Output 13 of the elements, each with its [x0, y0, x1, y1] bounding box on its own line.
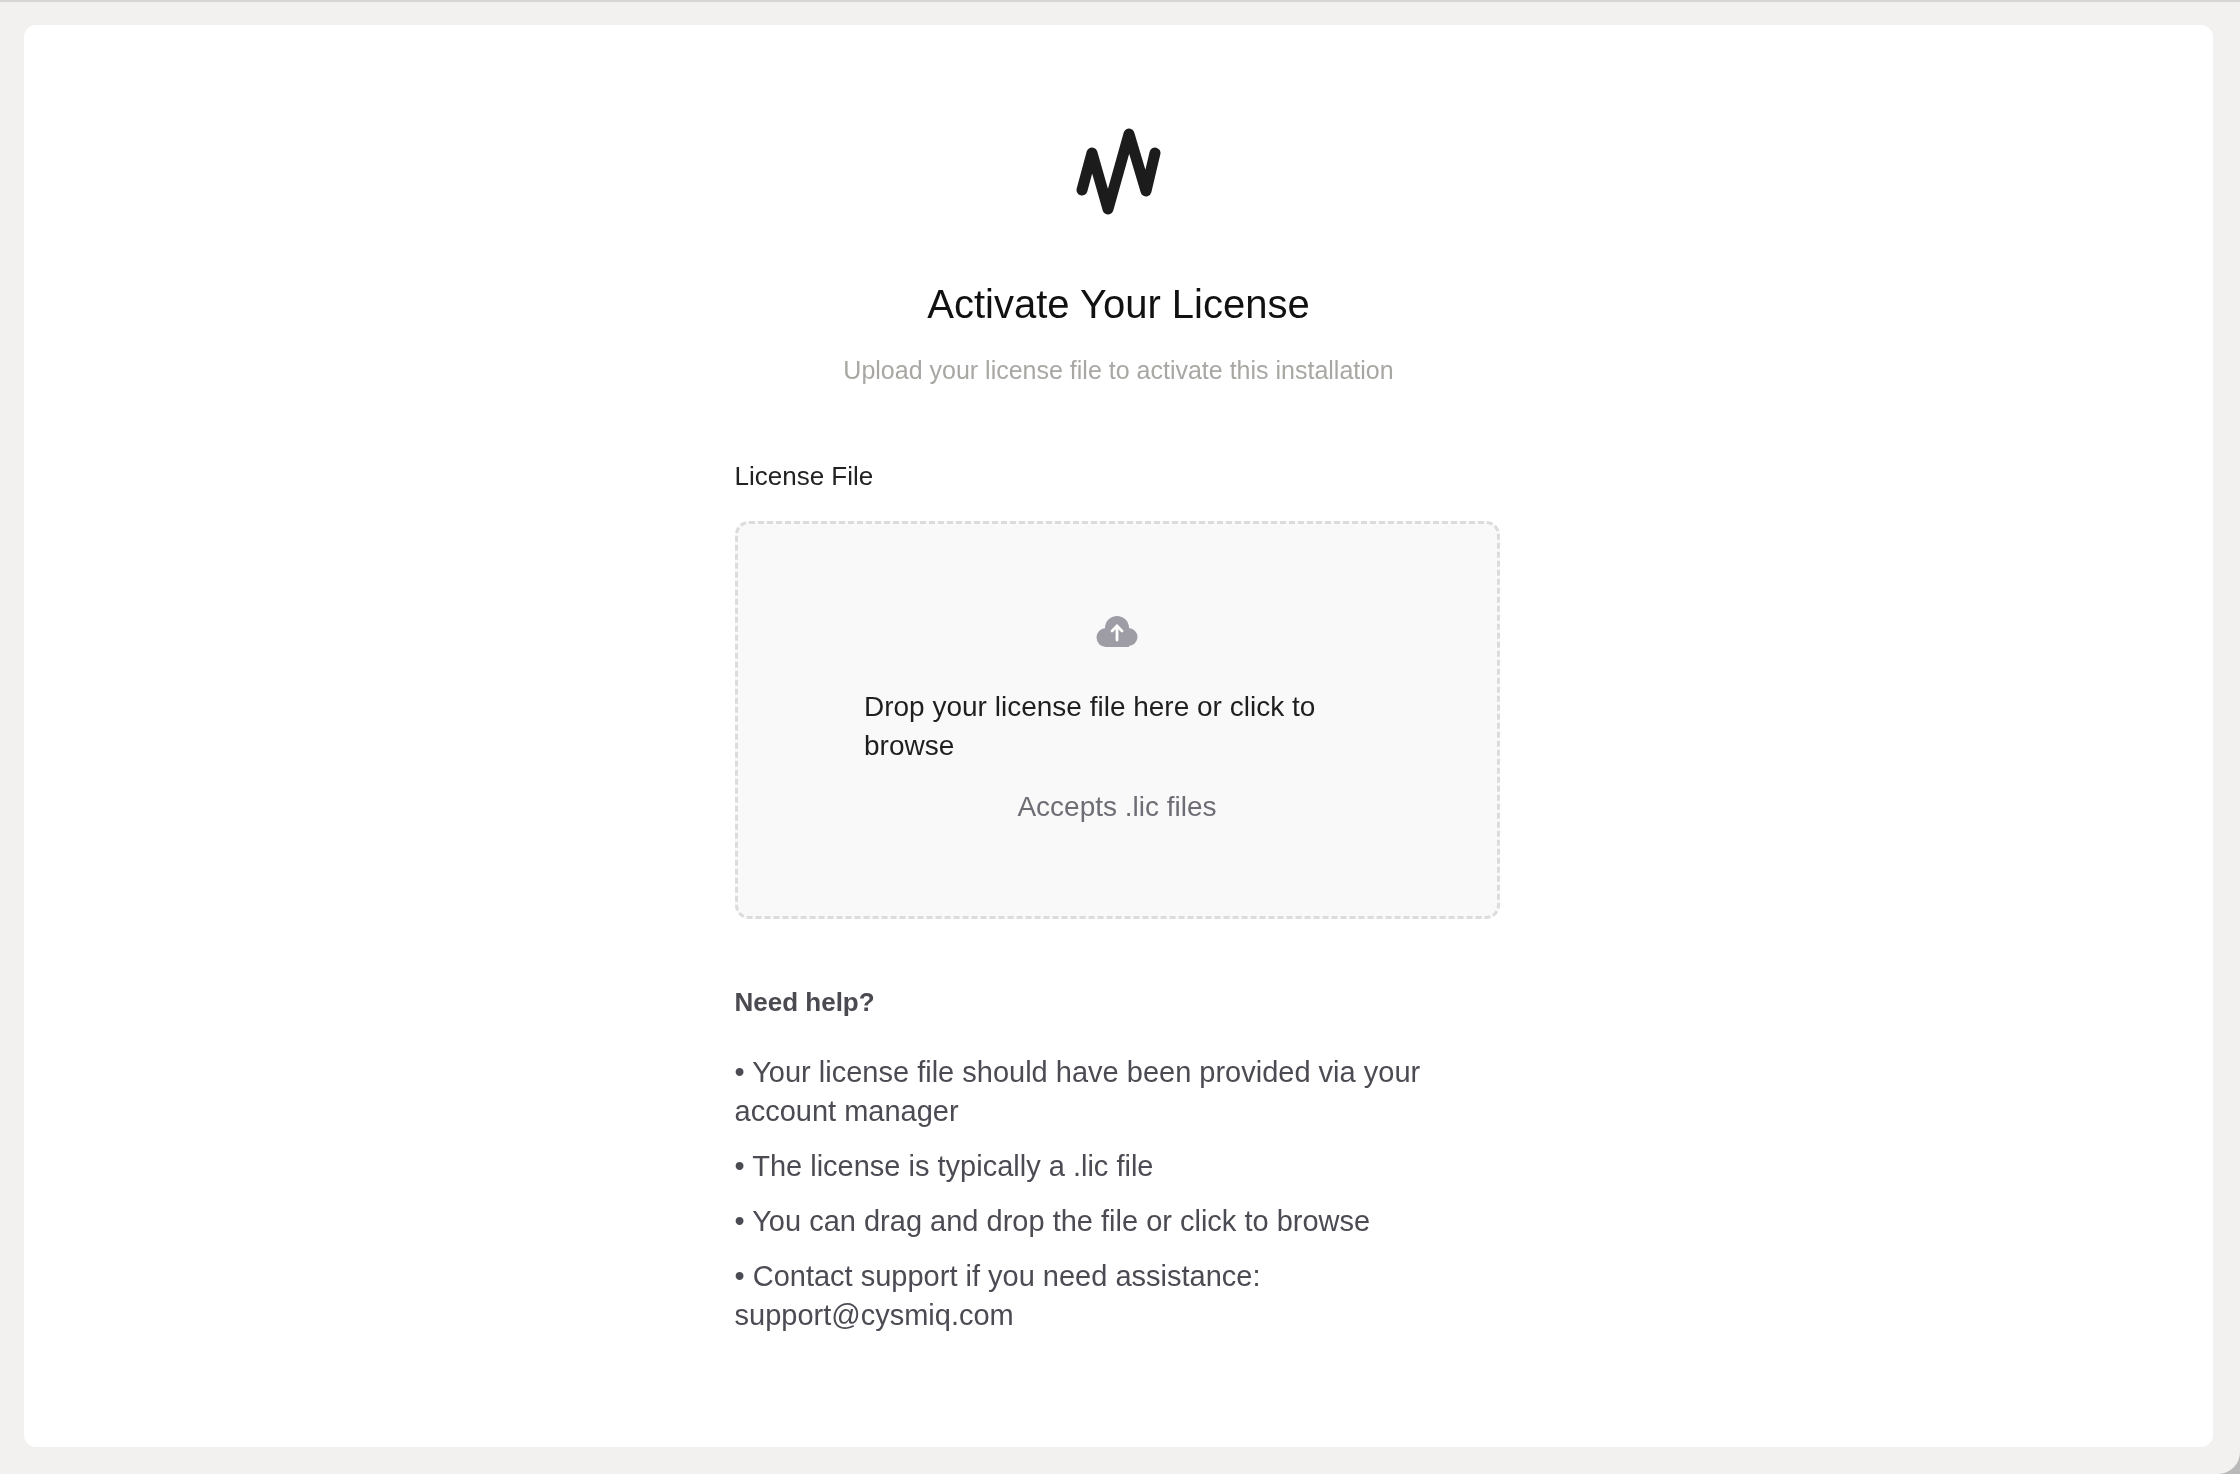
- help-heading: Need help?: [734, 986, 876, 1018]
- wave-logo-icon: [1076, 128, 1161, 215]
- cloud-upload-icon: [1096, 614, 1138, 648]
- help-list-item: • Contact support if you need assistance: support@cysmiq.com: [734, 1259, 1262, 1333]
- file-drop-zone[interactable]: Drop your license file here or click to browse Accepts .lic files: [734, 521, 1500, 919]
- drop-prompt-text: Drop your license file here or click to browse: [864, 689, 1317, 763]
- page-subtitle: Upload your license file to activate this installation: [843, 355, 1394, 385]
- help-list-item: • The license is typically a .lic file: [734, 1149, 1155, 1184]
- help-list-item: • You can drag and drop the file or click to browse: [734, 1204, 1372, 1239]
- help-list-item: • Your license file should have been provided via your account manager: [734, 1055, 1422, 1129]
- page-title: Activate Your License: [927, 281, 1310, 328]
- accepted-files-hint: Accepts .lic files: [1017, 789, 1217, 824]
- field-label: License File: [734, 460, 875, 492]
